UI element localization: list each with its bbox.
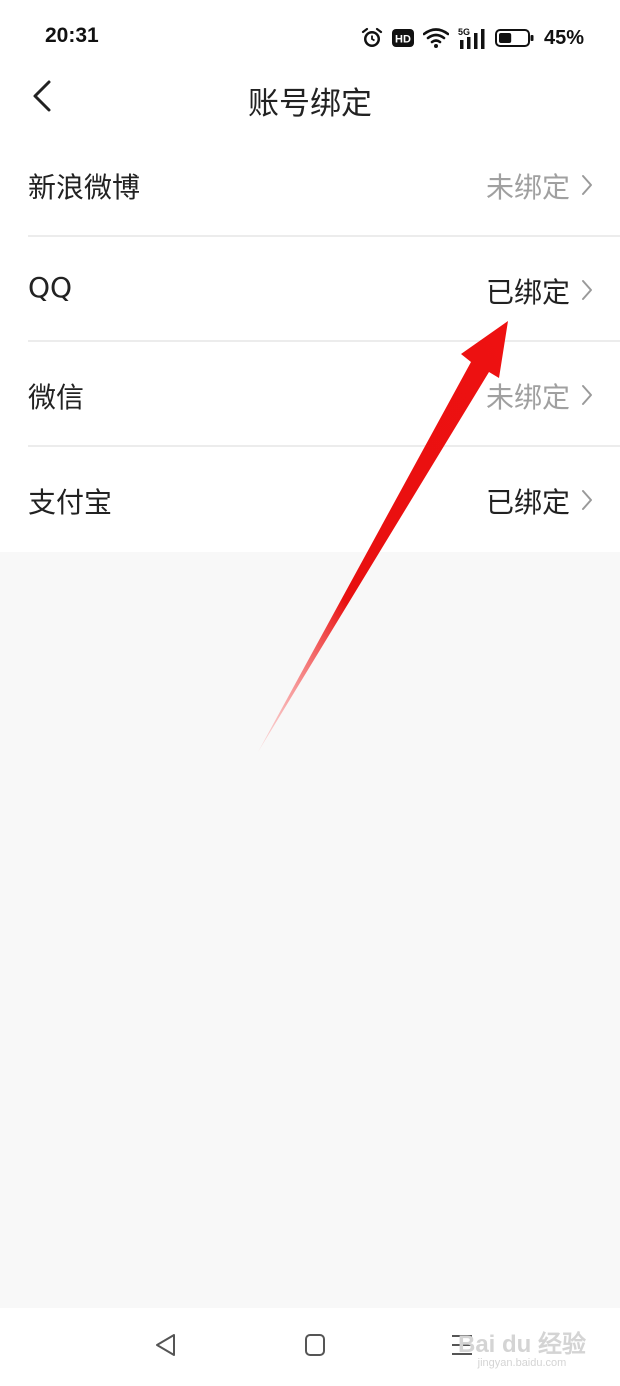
binding-list: 新浪微博 未绑定 QQ 已绑定 微信 未绑定 支付宝 已绑定 — [0, 132, 620, 552]
status-time: 20:31 — [45, 24, 99, 47]
chevron-right-icon — [581, 279, 593, 305]
signal-5g-icon: 5G — [458, 26, 486, 50]
watermark-logo: Bai du 经验 — [457, 1331, 586, 1358]
watermark: Bai du 经验 jingyan.baidu.com — [458, 1324, 586, 1369]
binding-status: 未绑定 — [485, 171, 570, 204]
status-icons: HD 5G 45% — [361, 24, 584, 52]
battery-icon — [494, 28, 535, 48]
home-square-icon[interactable] — [303, 1332, 327, 1362]
page-title: 账号绑定 — [248, 86, 372, 122]
binding-status: 已绑定 — [485, 486, 570, 519]
header: 账号绑定 — [0, 70, 620, 126]
binding-label: 支付宝 — [28, 486, 113, 519]
back-triangle-icon[interactable] — [154, 1332, 178, 1362]
binding-row-qq[interactable]: QQ 已绑定 — [0, 237, 620, 342]
binding-row-wechat[interactable]: 微信 未绑定 — [0, 342, 620, 447]
binding-status: 已绑定 — [485, 276, 570, 309]
svg-text:HD: HD — [395, 34, 411, 46]
binding-label: 微信 — [28, 381, 85, 414]
binding-label: QQ — [28, 271, 73, 304]
alarm-icon — [361, 27, 383, 49]
wifi-icon — [422, 28, 449, 48]
binding-row-weibo[interactable]: 新浪微博 未绑定 — [0, 132, 620, 237]
binding-label: 新浪微博 — [28, 171, 141, 204]
battery-percent: 45% — [543, 26, 584, 49]
status-bar: 20:31 HD 5G 45% — [0, 0, 620, 76]
chevron-right-icon — [581, 489, 593, 515]
hd-icon: HD — [391, 29, 414, 47]
svg-text:5G: 5G — [458, 27, 470, 37]
binding-status: 未绑定 — [485, 381, 570, 414]
system-nav-bar: Bai du 经验 jingyan.baidu.com — [0, 1308, 620, 1386]
binding-row-alipay[interactable]: 支付宝 已绑定 — [0, 447, 620, 552]
chevron-right-icon — [581, 174, 593, 200]
chevron-right-icon — [581, 384, 593, 410]
